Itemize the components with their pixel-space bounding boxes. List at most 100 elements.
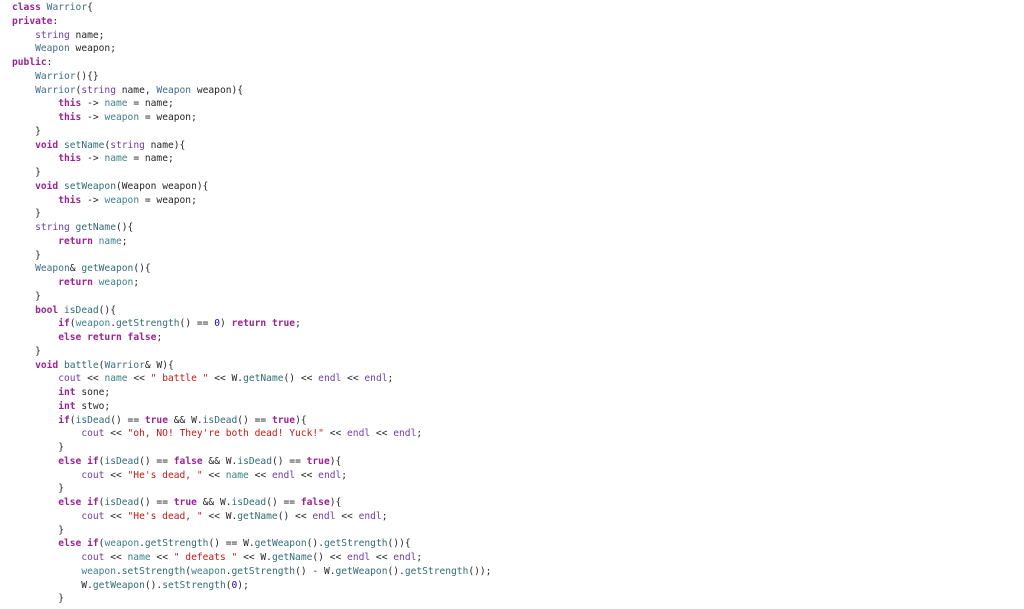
code-token: endl — [393, 552, 417, 563]
code-token: = name; — [127, 153, 174, 165]
code-line: Warrior(string name, Weapon weapon){ — [12, 84, 491, 98]
code-token: return — [87, 332, 122, 343]
code-token: ){ — [329, 497, 342, 508]
code-line: } — [12, 249, 491, 263]
code-token: getStrength — [231, 565, 296, 577]
code-token: weapon — [191, 565, 226, 577]
code-line: string name; — [12, 29, 491, 43]
code-token: cout — [81, 510, 105, 522]
code-token: name — [104, 373, 128, 385]
code-token: isDead — [104, 497, 140, 508]
code-token: () == — [237, 414, 272, 426]
code-token: "oh, NO! They're both dead! Yuck!" — [127, 428, 324, 440]
code-token: getStrength — [323, 538, 388, 550]
code-token: ); — [237, 579, 249, 591]
code-line: } — [12, 482, 491, 496]
code-token: false — [300, 497, 330, 508]
code-token: true — [271, 318, 296, 330]
code-token: (){ — [133, 263, 151, 275]
code-token: ; — [133, 277, 140, 288]
code-token: = weapon; — [139, 194, 197, 206]
code-token: } — [12, 125, 41, 137]
code-token: } — [12, 290, 41, 302]
code-line: class Warrior{ — [12, 1, 491, 15]
code-token: () - W. — [295, 565, 336, 577]
code-token: battle — [64, 359, 99, 371]
code-line: int stwo; — [12, 400, 491, 414]
code-token: else — [58, 455, 82, 467]
code-token: << — [248, 469, 272, 481]
code-token: () == — [110, 414, 145, 426]
code-token: ; — [416, 428, 423, 440]
code-token: << W. — [202, 510, 238, 522]
code-token: endl — [347, 428, 371, 440]
code-token: void — [35, 359, 59, 371]
code-token: weapon — [81, 565, 116, 577]
code-token: << — [323, 428, 348, 440]
code-token: endl — [347, 552, 371, 563]
code-token: name; — [69, 29, 105, 41]
code-token: sone; — [75, 387, 111, 398]
code-token: : — [46, 57, 53, 68]
code-token: endl — [393, 428, 417, 440]
code-token: true — [144, 414, 168, 426]
code-token: << W. — [237, 552, 272, 563]
code-token: private — [12, 15, 53, 27]
code-token: this — [58, 112, 82, 123]
code-token: } — [12, 593, 64, 605]
code-token: "He's dead, " — [127, 510, 203, 522]
code-line: this -> name = name; — [12, 97, 491, 111]
code-token: Weapon — [156, 84, 192, 96]
code-token: << — [341, 373, 365, 385]
code-token: endl — [364, 373, 388, 385]
code-line: W.getWeapon().setStrength(0); — [12, 579, 491, 593]
code-line: } — [12, 166, 491, 180]
code-token: Warrior — [35, 84, 76, 96]
code-line: this -> weapon = weapon; — [12, 194, 491, 208]
code-token: (). — [306, 538, 324, 550]
code-line: private: — [12, 15, 491, 29]
code-token: getWeapon — [335, 565, 388, 577]
code-line: Warrior(){} — [12, 70, 491, 84]
code-token: << — [104, 469, 128, 481]
code-token: = name; — [127, 98, 174, 110]
code-editor[interactable]: class Warrior{private: string name; Weap… — [12, 1, 491, 606]
code-token: Warrior — [46, 2, 88, 13]
code-token: << — [370, 428, 394, 440]
code-token: << — [150, 552, 174, 563]
code-token: -> — [81, 112, 105, 123]
code-token: (){ — [115, 222, 134, 233]
code-token: name — [104, 98, 128, 110]
code-token: ()); — [468, 565, 492, 577]
code-token: () == — [271, 455, 307, 467]
code-line: else if(isDead() == false && W.isDead() … — [12, 455, 491, 469]
code-token: W. — [12, 579, 93, 591]
code-token: (){ — [98, 304, 116, 316]
code-line: int sone; — [12, 386, 491, 400]
code-line: if(weapon.getStrength() == 0) return tru… — [12, 317, 491, 331]
code-token: setStrength — [162, 579, 226, 591]
code-token: ) — [219, 318, 232, 330]
code-token: else — [58, 332, 82, 343]
code-token: Weapon — [35, 263, 70, 275]
code-token: getStrength — [144, 538, 209, 550]
code-token: << — [202, 469, 226, 481]
code-token: & W){ — [144, 359, 174, 371]
code-line: return name; — [12, 235, 491, 249]
code-token: << — [370, 552, 394, 563]
code-token: && W. — [167, 414, 203, 426]
code-line: } — [12, 524, 491, 538]
code-line: } — [12, 125, 491, 139]
code-token: cout — [81, 552, 105, 563]
code-line: else if(weapon.getStrength() == W.getWea… — [12, 537, 491, 551]
